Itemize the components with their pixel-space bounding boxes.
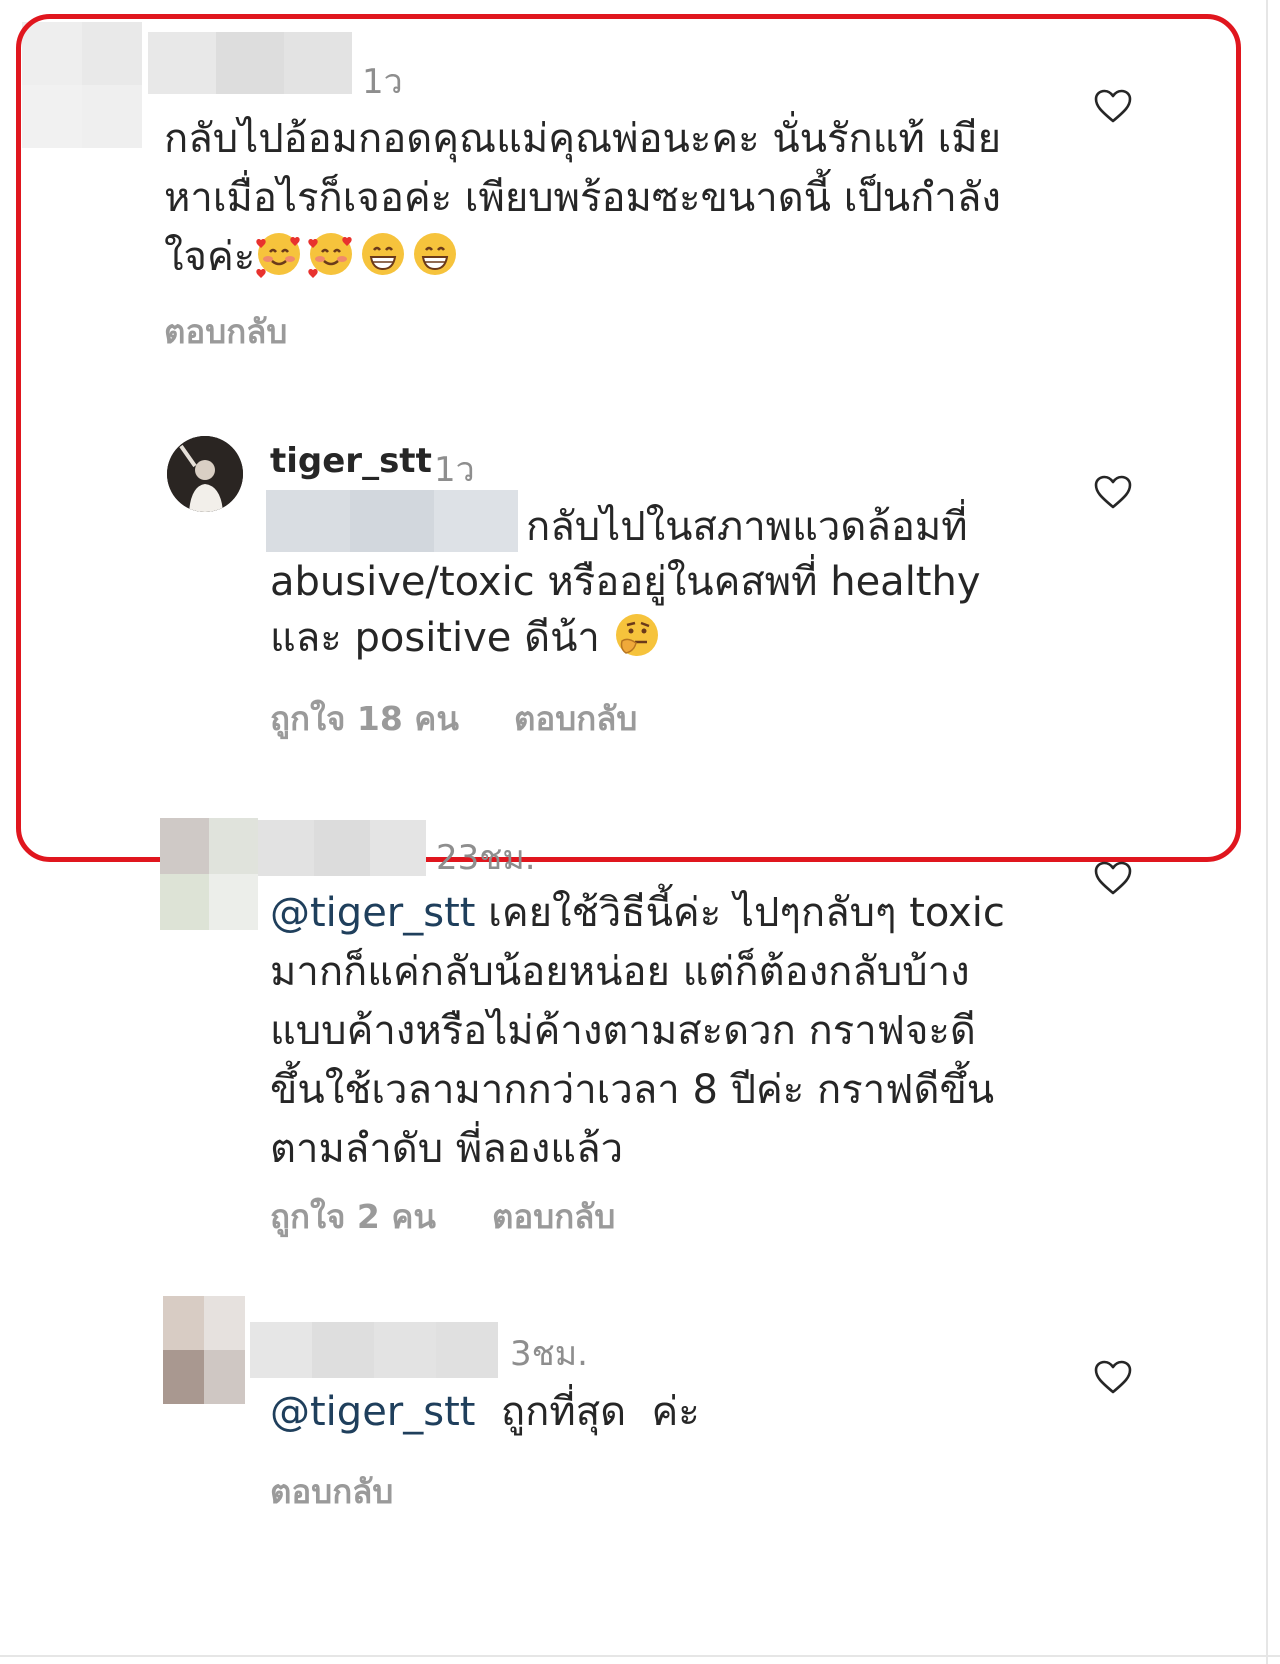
blurred-username <box>250 1322 498 1378</box>
comment-text: @tiger_stt ถูกที่สุด ค่ะ <box>270 1389 700 1435</box>
blurred-avatar <box>163 1296 245 1404</box>
mention-link[interactable]: @tiger_stt <box>270 1389 475 1435</box>
bottom-divider <box>0 1655 1280 1657</box>
comment-timestamp: 3ชม. <box>510 1334 588 1374</box>
highlight-annotation-box <box>16 14 1241 862</box>
blurred-avatar <box>160 818 258 930</box>
blurred-username <box>258 820 426 876</box>
likes-count[interactable]: ถูกใจ 2 คน <box>270 1190 436 1243</box>
like-heart-icon[interactable] <box>1093 860 1133 896</box>
comment-text: @tiger_stt เคยใช้วิธีนี้ค่ะ ไปๆกลับๆ tox… <box>270 890 1005 1172</box>
mention-link[interactable]: @tiger_stt <box>270 890 475 936</box>
comment-thread: 1ว กลับไปอ้อมกอดคุณแม่คุณพ่อนะคะ นั่นรัก… <box>0 0 1280 1664</box>
scroll-edge-divider <box>1266 0 1268 1664</box>
like-heart-icon[interactable] <box>1093 1359 1133 1395</box>
reply-button[interactable]: ตอบกลับ <box>492 1190 615 1243</box>
comment-timestamp: 23ชม. <box>436 838 536 878</box>
reply-button[interactable]: ตอบกลับ <box>270 1465 393 1518</box>
